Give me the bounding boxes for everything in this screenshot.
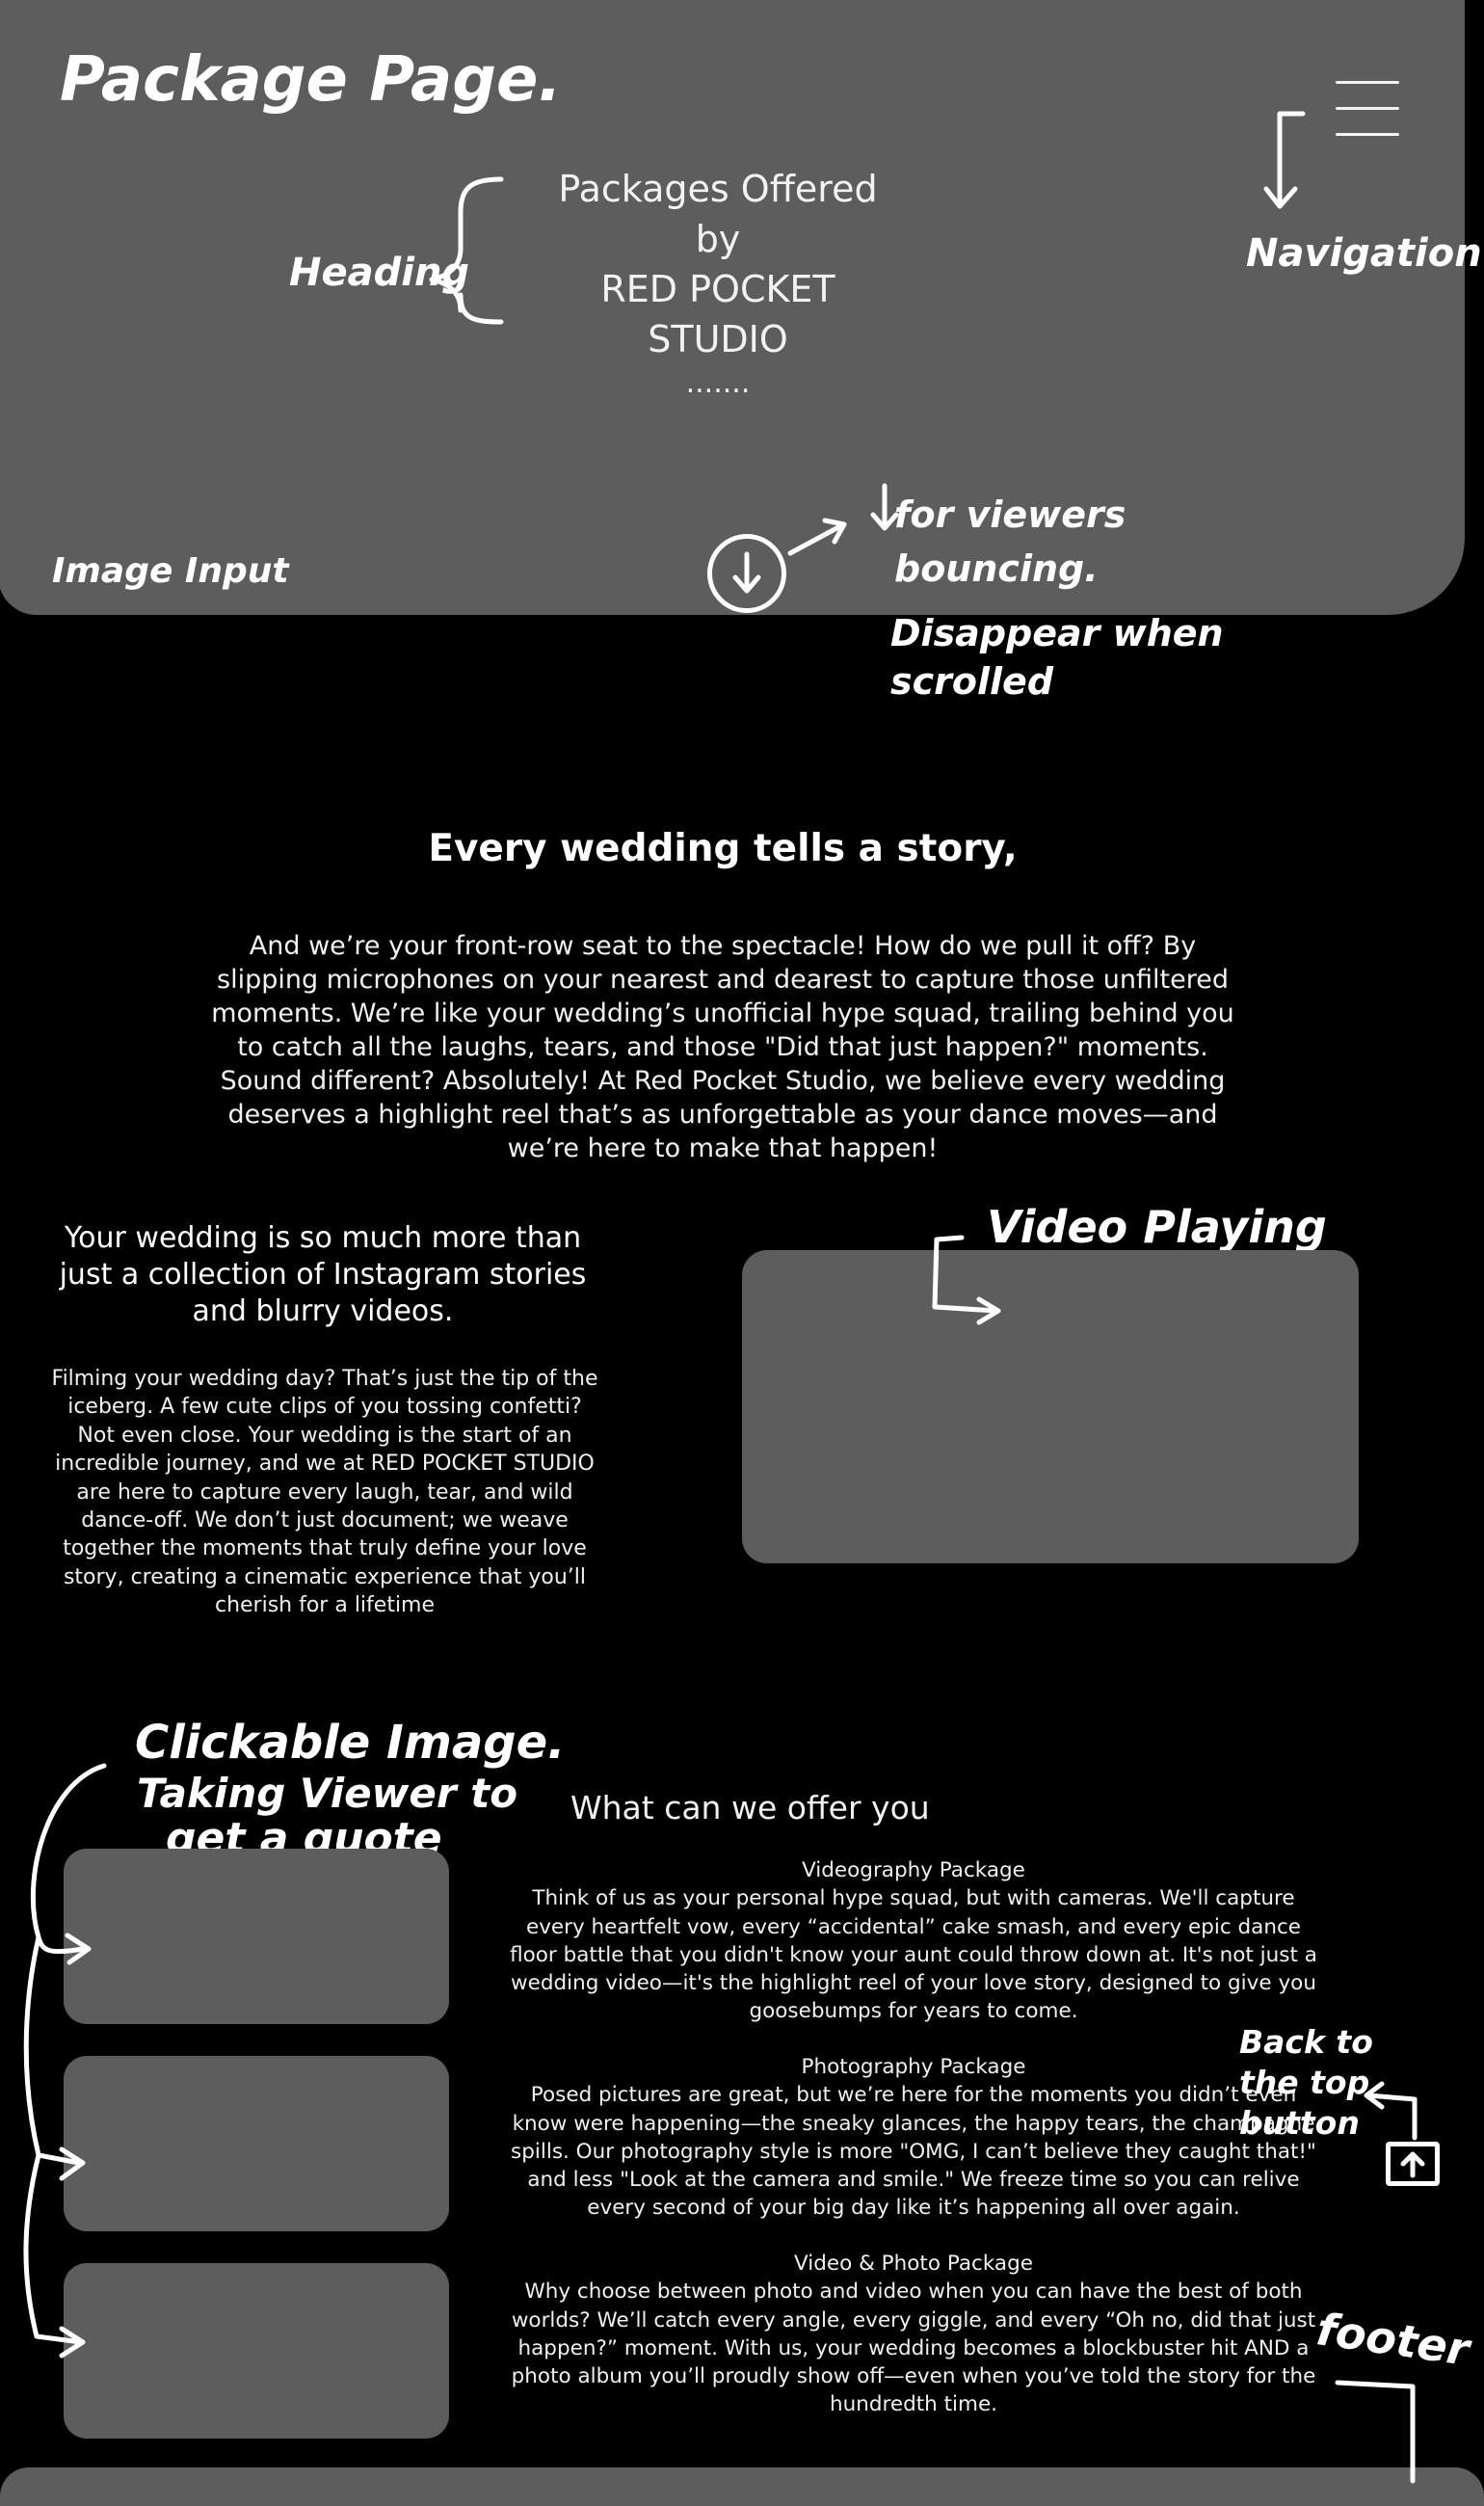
for-viewers-arrow bbox=[870, 483, 899, 531]
clickable-arrow-2 bbox=[23, 1934, 86, 2181]
back-to-top-arrow bbox=[1364, 2081, 1418, 2141]
footer-arrow bbox=[1335, 2380, 1416, 2484]
clickable-arrow-3 bbox=[23, 2152, 86, 2359]
heading-brace bbox=[429, 176, 504, 325]
scroll-annotation-arrow bbox=[787, 518, 847, 556]
video-arrow bbox=[932, 1235, 1001, 1325]
clickable-arrow bbox=[30, 1763, 107, 1965]
annotation-strokes bbox=[23, 111, 1418, 2484]
nav-arrow bbox=[1263, 111, 1306, 209]
